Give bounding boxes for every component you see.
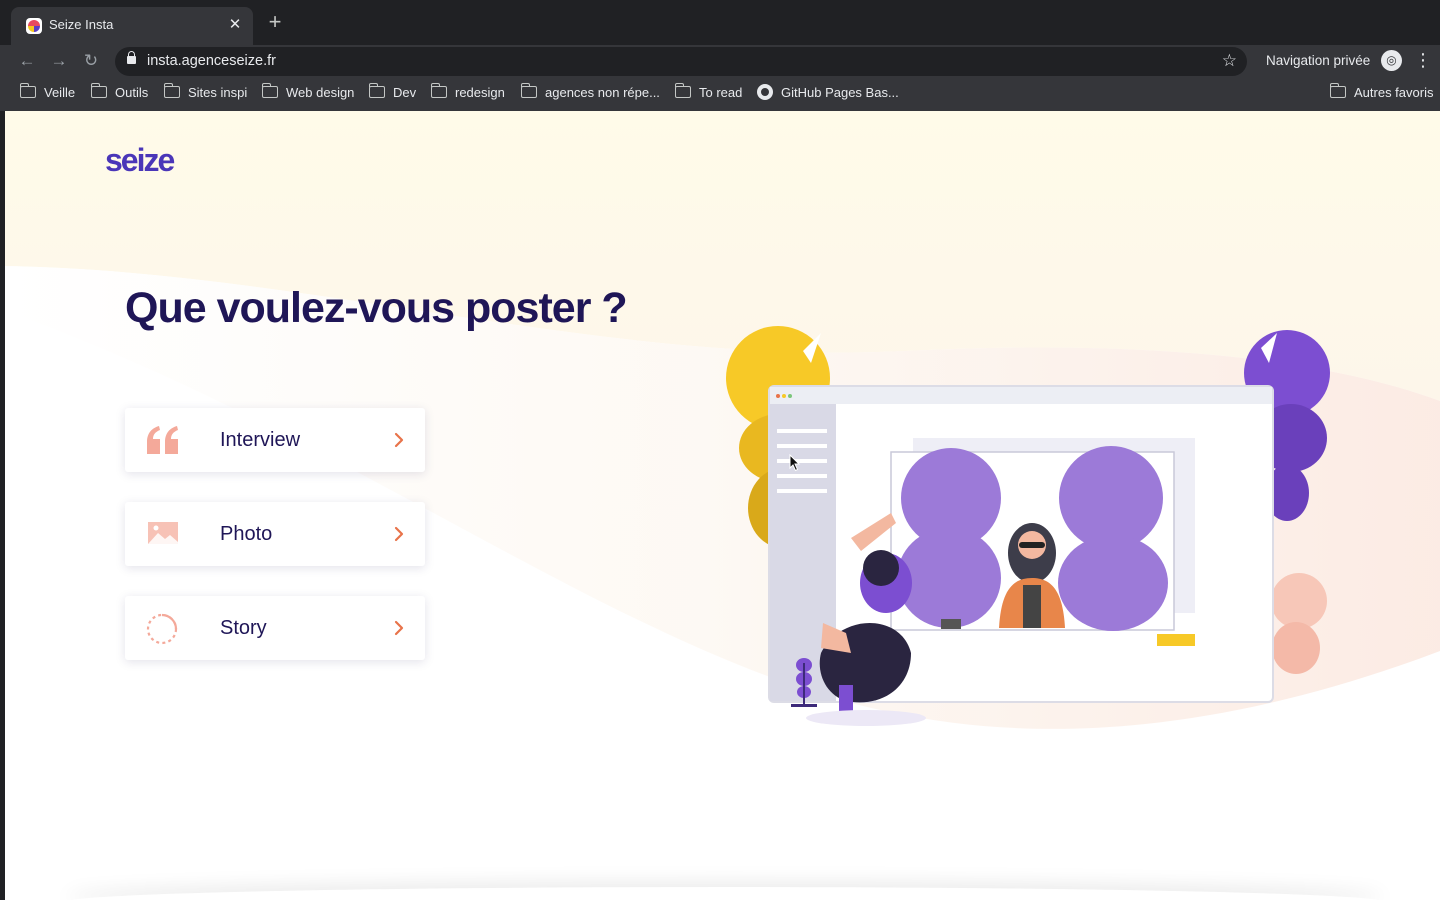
bookmark-label: Dev [393, 85, 417, 101]
story-ring-icon [146, 613, 178, 645]
folder-icon [90, 82, 107, 98]
bookmark-to-read[interactable]: To read [674, 82, 743, 104]
option-photo[interactable]: Photo [125, 502, 425, 566]
bookmark-other-favorites[interactable]: Autres favoris [1329, 82, 1434, 104]
bookmark-agences[interactable]: agences non répe... [520, 82, 660, 104]
site-favicon-icon [26, 18, 42, 34]
address-url[interactable]: insta.agenceseize.fr [147, 53, 276, 69]
lock-icon[interactable] [127, 51, 136, 64]
bookmark-outils[interactable]: Outils [90, 82, 149, 104]
tab-title: Seize Insta [49, 17, 114, 32]
bookmarks-bar: Veille Outils Sites inspi Web design Dev… [0, 78, 1440, 111]
chevron-right-icon [394, 526, 404, 542]
private-browsing-label[interactable]: Navigation privée [1266, 53, 1370, 68]
reload-icon[interactable]: ↻ [79, 50, 103, 72]
bookmark-label: agences non répe... [545, 85, 660, 101]
browser-tab[interactable]: Seize Insta ✕ [11, 7, 253, 45]
bookmark-label: Autres favoris [1354, 85, 1434, 101]
back-icon[interactable]: ← [15, 50, 39, 72]
bookmark-sites-inspi[interactable]: Sites inspi [163, 82, 248, 104]
github-icon [757, 83, 773, 100]
option-label: Interview [220, 429, 301, 451]
folder-icon [19, 82, 36, 98]
option-label: Story [220, 617, 267, 639]
folder-icon [368, 82, 385, 98]
forward-icon[interactable]: → [47, 50, 71, 72]
folder-icon [163, 82, 180, 98]
mouse-cursor-icon [789, 454, 801, 472]
option-interview[interactable]: Interview [125, 408, 425, 472]
bookmark-dev[interactable]: Dev [368, 82, 417, 104]
tab-close-icon[interactable]: ✕ [226, 15, 244, 33]
option-label: Photo [220, 523, 273, 545]
bookmark-github-pages[interactable]: GitHub Pages Bas... [757, 83, 899, 104]
browser-tabstrip: Seize Insta ✕ + [0, 0, 1440, 45]
bookmark-label: redesign [455, 85, 505, 101]
hero-illustration [726, 326, 1330, 726]
logo-text: seize [105, 143, 174, 177]
bookmark-label: To read [699, 85, 743, 101]
folder-icon [674, 82, 691, 98]
photo-frame-illustration [890, 446, 1175, 631]
bookmark-label: Outils [115, 85, 149, 101]
folder-icon [430, 82, 447, 98]
bookmark-web-design[interactable]: Web design [261, 82, 355, 104]
browser-menu-icon[interactable]: ⋮ [1414, 50, 1432, 72]
folder-icon [1329, 82, 1346, 98]
bookmark-redesign[interactable]: redesign [430, 82, 505, 104]
incognito-icon[interactable]: ◎ [1381, 50, 1402, 71]
folder-icon [261, 82, 278, 98]
bookmark-star-icon[interactable]: ☆ [1222, 51, 1237, 71]
bookmark-label: Web design [286, 85, 355, 101]
quote-icon [147, 426, 178, 454]
browser-toolbar: ← → ↻ insta.agenceseize.fr ☆ Navigation … [0, 45, 1440, 78]
chevron-right-icon [394, 432, 404, 448]
option-story[interactable]: Story [125, 596, 425, 660]
bookmark-label: Sites inspi [188, 85, 248, 101]
bookmark-label: Veille [44, 85, 76, 101]
peach-tree-illustration [1271, 573, 1327, 674]
address-bar[interactable]: insta.agenceseize.fr ☆ [115, 47, 1247, 76]
bookmark-label: GitHub Pages Bas... [781, 85, 899, 101]
folder-icon [520, 82, 537, 98]
chevron-right-icon [394, 620, 404, 636]
image-icon [148, 522, 178, 544]
page-title: Que voulez-vous poster ? [125, 284, 628, 332]
bookmark-veille[interactable]: Veille [19, 82, 76, 104]
seize-logo[interactable]: seize [105, 143, 205, 177]
new-tab-icon[interactable]: + [263, 11, 287, 33]
page-viewport: seize Que voulez-vous poster ? Interview… [5, 111, 1440, 900]
